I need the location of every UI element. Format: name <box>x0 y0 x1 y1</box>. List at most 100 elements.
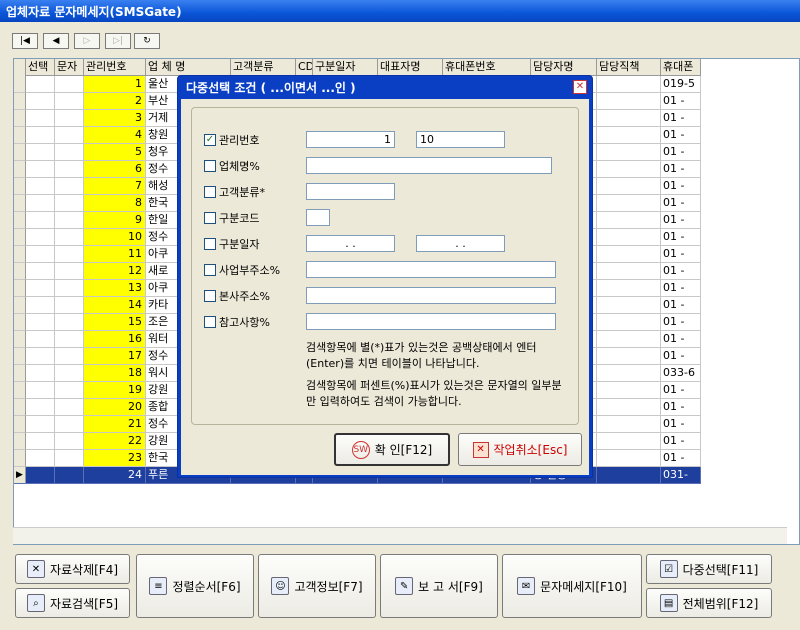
dialog-title: 다중선택 조건 ( ...이면서 ...인 ) <box>186 81 356 95</box>
table-cell <box>26 178 55 195</box>
table-cell <box>55 382 84 399</box>
table-cell <box>55 93 84 110</box>
table-cell: 01 - <box>661 178 701 195</box>
table-cell: 12 <box>84 263 146 280</box>
column-header[interactable]: 업 체 명 <box>146 59 231 76</box>
table-cell <box>55 144 84 161</box>
next-record-button[interactable]: ▷ <box>74 33 100 49</box>
column-header[interactable]: 문자 <box>55 59 84 76</box>
table-cell <box>597 263 661 280</box>
column-header[interactable]: CD <box>296 59 313 76</box>
full-range-button[interactable]: ▤ 전체범위[F12] <box>646 588 772 618</box>
mgmt-no-checkbox[interactable]: ✓ 관리번호 <box>204 132 259 148</box>
table-cell: 01 - <box>661 212 701 229</box>
first-record-button[interactable]: |◀ <box>12 33 38 49</box>
biz-addr-checkbox[interactable]: 사업부주소% <box>204 262 280 278</box>
biz-addr-input[interactable] <box>306 261 556 278</box>
hq-addr-checkbox[interactable]: 본사주소% <box>204 288 270 304</box>
table-cell: 11 <box>84 246 146 263</box>
hq-addr-input[interactable] <box>306 287 556 304</box>
table-cell <box>55 195 84 212</box>
delete-button[interactable]: ✕ 자료삭제[F4] <box>15 554 130 584</box>
date-to-input[interactable]: . . <box>416 235 505 252</box>
table-cell <box>26 382 55 399</box>
class-input[interactable] <box>306 183 395 200</box>
table-cell <box>14 127 26 144</box>
report-button[interactable]: ✎ 보 고 서[F9] <box>380 554 498 618</box>
class-checkbox[interactable]: 고객분류* <box>204 184 265 200</box>
multi-select-button[interactable]: ☑ 다중선택[F11] <box>646 554 772 584</box>
table-cell <box>55 348 84 365</box>
table-cell <box>597 195 661 212</box>
remark-input[interactable] <box>306 313 556 330</box>
cancel-icon: ✕ <box>472 441 489 458</box>
last-record-button[interactable]: ▷| <box>105 33 131 49</box>
multi-select-dialog: 다중선택 조건 ( ...이면서 ...인 ) ✕ ✓ 관리번호 1 10 업체명… <box>177 75 593 478</box>
table-cell <box>26 467 55 484</box>
table-cell <box>55 127 84 144</box>
table-cell <box>14 195 26 212</box>
search-button[interactable]: ⌕ 자료검색[F5] <box>15 588 130 618</box>
table-cell: 7 <box>84 178 146 195</box>
column-header[interactable]: 구분일자 <box>313 59 378 76</box>
company-input[interactable] <box>306 157 552 174</box>
table-cell: 6 <box>84 161 146 178</box>
table-cell: 01 - <box>661 433 701 450</box>
cancel-button[interactable]: ✕ 작업취소[Esc] <box>458 433 582 466</box>
table-cell: ▶ <box>14 467 26 484</box>
table-cell <box>597 229 661 246</box>
table-cell <box>26 127 55 144</box>
code-input[interactable] <box>306 209 330 226</box>
table-cell <box>597 297 661 314</box>
search-icon: ⌕ <box>26 594 45 612</box>
stamp-icon: SW <box>351 440 370 459</box>
table-cell <box>26 297 55 314</box>
close-icon[interactable]: ✕ <box>573 80 587 94</box>
remark-checkbox[interactable]: 참고사항% <box>204 314 270 330</box>
table-cell: 01 - <box>661 93 701 110</box>
table-cell <box>14 331 26 348</box>
refresh-button[interactable]: ↻ <box>134 33 160 49</box>
sort-button[interactable]: ≡ 정렬순서[F6] <box>136 554 254 618</box>
checklist-icon: ☑ <box>659 560 678 578</box>
table-cell <box>597 365 661 382</box>
column-header[interactable]: 고객분류 <box>231 59 296 76</box>
table-cell <box>14 93 26 110</box>
date-from-input[interactable]: . . <box>306 235 395 252</box>
table-cell <box>14 263 26 280</box>
table-cell: 033-6 <box>661 365 701 382</box>
mgmt-no-from-input[interactable]: 1 <box>306 131 395 148</box>
criteria-group: ✓ 관리번호 1 10 업체명% 고객분류* 구분코드 구분일자 . . . . … <box>191 107 579 425</box>
table-cell <box>26 331 55 348</box>
sms-button[interactable]: ✉ 문자메세지[F10] <box>502 554 642 618</box>
column-header[interactable]: 관리번호 <box>84 59 146 76</box>
table-cell: 4 <box>84 127 146 144</box>
ok-button[interactable]: SW 확 인[F12] <box>334 433 450 466</box>
customer-info-button[interactable]: ☺ 고객정보[F7] <box>258 554 376 618</box>
table-cell <box>26 144 55 161</box>
prev-record-button[interactable]: ◀ <box>43 33 69 49</box>
table-cell <box>14 314 26 331</box>
table-cell <box>55 280 84 297</box>
column-header[interactable]: 선택 <box>26 59 55 76</box>
table-cell <box>14 229 26 246</box>
report-icon: ✎ <box>395 577 414 595</box>
column-header[interactable]: 휴대폰 <box>661 59 701 76</box>
table-cell: 01 - <box>661 144 701 161</box>
company-checkbox[interactable]: 업체명% <box>204 158 260 174</box>
column-header[interactable]: 휴대폰번호 <box>443 59 531 76</box>
date-checkbox[interactable]: 구분일자 <box>204 236 259 252</box>
column-header[interactable]: 대표자명 <box>378 59 443 76</box>
table-cell: 031- <box>661 467 701 484</box>
mgmt-no-to-input[interactable]: 10 <box>416 131 505 148</box>
table-cell <box>26 399 55 416</box>
table-cell: 01 - <box>661 348 701 365</box>
table-cell <box>55 178 84 195</box>
column-header[interactable]: 담당자명 <box>531 59 597 76</box>
table-cell <box>14 212 26 229</box>
horizontal-scrollbar[interactable] <box>13 527 787 544</box>
table-cell <box>55 399 84 416</box>
table-cell <box>14 110 26 127</box>
column-header[interactable]: 담당직책 <box>597 59 661 76</box>
code-checkbox[interactable]: 구분코드 <box>204 210 259 226</box>
